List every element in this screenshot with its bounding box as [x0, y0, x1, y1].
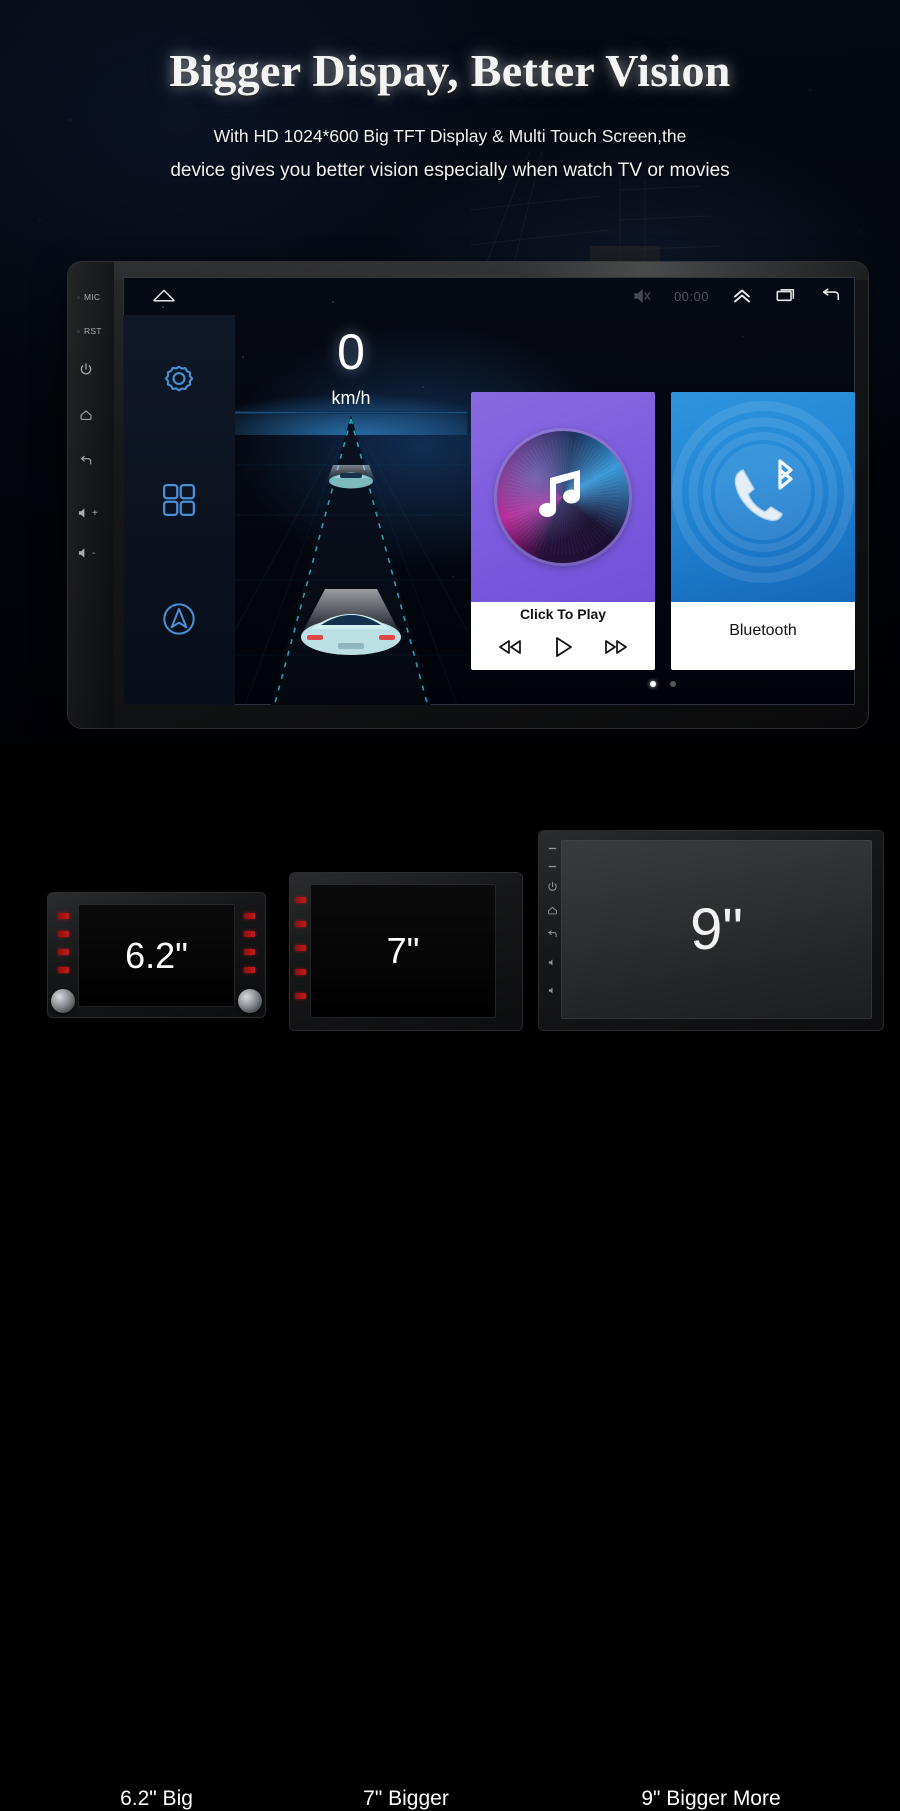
screen-side-dock	[123, 315, 235, 705]
mic-indicator-dot	[547, 843, 558, 854]
bezel-reset-button[interactable]: RST	[68, 318, 114, 344]
back-icon[interactable]	[547, 929, 558, 940]
volume-down-icon[interactable]	[547, 985, 558, 996]
album-art	[497, 431, 629, 563]
device-screen: 00:00 0 km/h Click To Play Bluetooth	[123, 277, 855, 705]
page-dot-active[interactable]	[650, 681, 656, 687]
subtitle-line-1: With HD 1024*600 Big TFT Display & Multi…	[213, 126, 687, 146]
page-title: Bigger Dispay, Better Vision	[169, 45, 731, 96]
subtitle-line-2: device gives you better vision especiall…	[170, 160, 730, 181]
bezel-back-button[interactable]	[68, 448, 114, 474]
bezel-home-button[interactable]	[68, 402, 114, 428]
bezel-label-volume-up: +	[92, 507, 99, 519]
dock-item-navigation[interactable]	[123, 597, 235, 646]
reset-pinhole-dot	[76, 328, 81, 334]
volume-down-icon	[77, 546, 91, 560]
unit-7-inch: 7"	[290, 873, 522, 1030]
unit-6-2-screen: 6.2"	[78, 904, 235, 1007]
size-comparison-section: 6.2" 7" 9" 6.2" Big 7" Bigger 9" Bigger …	[0, 745, 900, 1810]
mic-indicator-dot	[76, 294, 81, 300]
page-indicator	[471, 677, 855, 691]
page-dot[interactable]	[670, 681, 676, 687]
home-outline-icon[interactable]	[151, 286, 177, 304]
unit-6-2-size-text: 6.2"	[125, 934, 188, 976]
unit62-right-knob[interactable]	[238, 989, 262, 1013]
speedometer-wallpaper: 0 km/h	[235, 315, 467, 705]
unit62-side-button[interactable]	[244, 913, 255, 919]
status-clock: 00:00	[673, 288, 709, 304]
unit-9-left-bezel	[545, 839, 560, 1022]
gear-icon	[158, 361, 200, 408]
phone-bluetooth-icon	[721, 456, 805, 539]
speed-value: 0	[337, 324, 365, 380]
bezel-mic-indicator: MIC	[68, 284, 114, 310]
bezel-volume-up-button[interactable]: +	[68, 500, 114, 526]
unit62-side-button[interactable]	[244, 967, 255, 973]
navigation-arrow-icon	[157, 597, 201, 646]
home-icon[interactable]	[547, 905, 558, 916]
bezel-label-volume-down: -	[92, 547, 96, 559]
music-card-footer: Click To Play	[471, 602, 655, 670]
unit7-side-button[interactable]	[295, 897, 306, 903]
back-arrow-icon[interactable]	[819, 287, 841, 305]
hero-section: Bigger Dispay, Better Vision With HD 102…	[0, 0, 900, 745]
head-unit-device: MIC RST + - 00:00 0 km/h Click To Play B…	[68, 262, 868, 728]
unit62-side-button[interactable]	[244, 949, 255, 955]
bluetooth-card-label: Bluetooth	[729, 622, 797, 639]
home-icon	[79, 408, 93, 422]
music-transport-controls	[471, 628, 655, 666]
caption-9-inch: 9" Bigger More	[641, 1787, 781, 1810]
unit7-side-button[interactable]	[295, 969, 306, 975]
unit-6-2-inch: 6.2"	[48, 893, 265, 1017]
caption-7-inch: 7" Bigger	[363, 1787, 449, 1810]
dock-item-apps[interactable]	[123, 479, 235, 526]
bezel-label-mic: MIC	[84, 292, 101, 302]
unit-7-size-text: 7"	[386, 930, 420, 971]
widget-card-music[interactable]: Click To Play	[471, 392, 655, 670]
apps-grid-icon	[158, 479, 200, 526]
caption-6-2-inch: 6.2" Big	[120, 1787, 193, 1810]
unit7-side-button[interactable]	[295, 945, 306, 951]
back-icon	[79, 454, 93, 468]
fast-forward-icon[interactable]	[602, 637, 630, 657]
speed-unit: km/h	[331, 388, 371, 408]
music-note-icon	[534, 464, 592, 531]
rewind-icon[interactable]	[496, 637, 524, 657]
unit62-left-knob[interactable]	[51, 989, 75, 1013]
volume-up-icon	[77, 506, 91, 520]
unit62-side-button[interactable]	[244, 931, 255, 937]
unit-9-inch: 9"	[539, 831, 883, 1030]
bezel-label-rst: RST	[84, 326, 102, 336]
unit62-side-button[interactable]	[58, 931, 69, 937]
widget-card-bluetooth[interactable]: Bluetooth	[671, 392, 855, 670]
unit-9-size-text: 9"	[690, 896, 743, 962]
dock-item-settings[interactable]	[123, 361, 235, 408]
mute-icon	[630, 287, 652, 305]
volume-up-icon[interactable]	[547, 957, 558, 968]
bezel-volume-down-button[interactable]: -	[68, 540, 114, 566]
music-card-artwork-area	[471, 392, 655, 602]
device-left-bezel: MIC RST + -	[68, 262, 114, 728]
status-bar-right-group: 00:00	[630, 277, 841, 315]
unit-7-screen: 7"	[310, 884, 496, 1018]
reset-pinhole-dot	[547, 861, 558, 872]
unit7-side-button[interactable]	[295, 993, 306, 999]
status-bar: 00:00	[123, 277, 855, 315]
unit62-side-button[interactable]	[58, 913, 69, 919]
unit-9-screen: 9"	[561, 840, 872, 1019]
unit62-side-button[interactable]	[58, 967, 69, 973]
bluetooth-card-footer: Bluetooth	[671, 602, 855, 670]
recents-icon[interactable]	[775, 287, 797, 305]
power-icon	[79, 362, 93, 376]
unit62-side-button[interactable]	[58, 949, 69, 955]
chevron-double-up-icon[interactable]	[731, 287, 753, 305]
unit7-side-button[interactable]	[295, 921, 306, 927]
music-card-label: Click To Play	[519, 606, 607, 622]
bluetooth-card-icon-area	[671, 392, 855, 602]
bezel-power-button[interactable]	[68, 356, 114, 382]
power-icon[interactable]	[547, 881, 558, 892]
play-icon[interactable]	[550, 635, 576, 659]
